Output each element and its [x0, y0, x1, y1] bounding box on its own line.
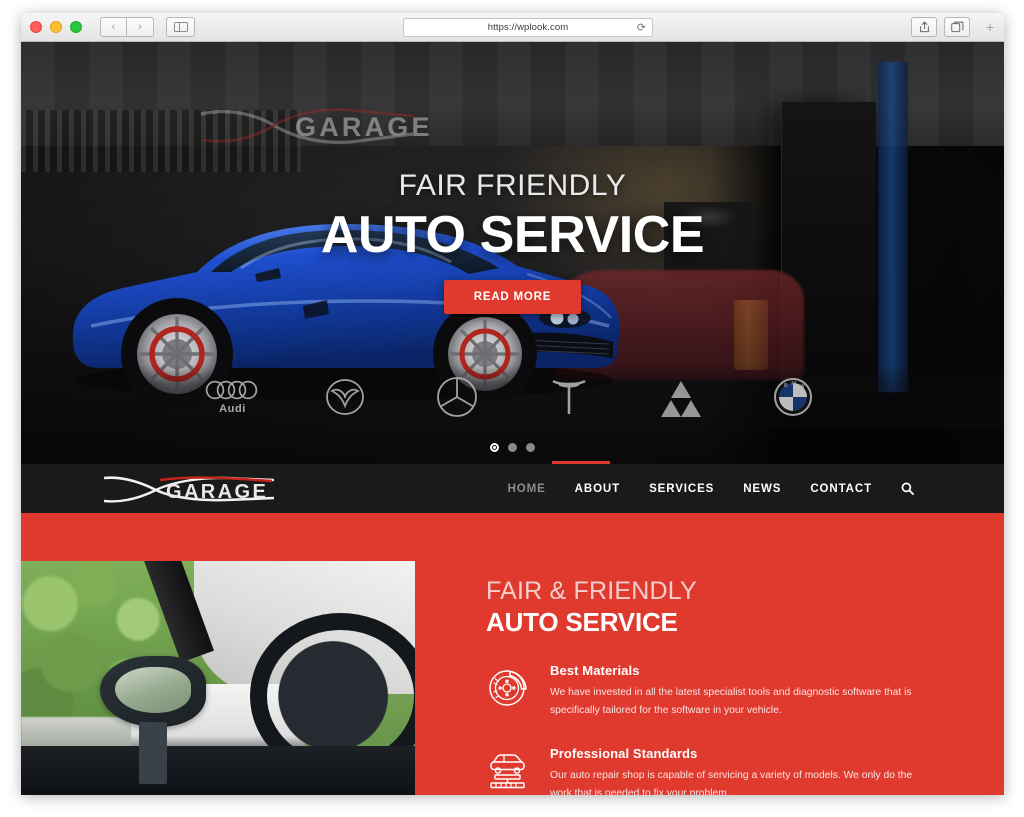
photo-side-mirror [99, 655, 207, 727]
feature-description: We have invested in all the latest speci… [550, 686, 912, 716]
show-tabs-button[interactable] [944, 17, 970, 37]
car-lift-icon [490, 753, 525, 788]
services-subtitle: FAIR & FRIENDLY [486, 577, 697, 605]
brake-disc-icon [489, 669, 527, 706]
bmw-icon: B M W [773, 378, 812, 416]
audi-wordmark: Audi [219, 403, 246, 415]
share-icon [919, 21, 929, 33]
services-intro-content: FAIR & FRIENDLY AUTO SERVICE Best Materi… [486, 577, 964, 795]
feature-title: Professional Standards [550, 745, 698, 761]
url-text: https://wplook.com [487, 22, 569, 33]
reload-icon[interactable]: ⟳ [637, 22, 646, 34]
brand-logo-mazda[interactable] [315, 370, 375, 424]
photo-dashboard [21, 745, 415, 795]
browser-toolbar: ‹ › https://wplook.com ⟳ + [21, 13, 1004, 42]
brand-logos-strip: Audi B M W [21, 364, 1004, 430]
share-button[interactable] [911, 17, 937, 37]
active-nav-accent-bar [552, 461, 610, 464]
page-content: GARAGE FAIR FRIENDLY AUTO SERVICE READ M… [21, 42, 1004, 795]
window-controls [30, 21, 82, 33]
mazda-icon [325, 379, 364, 415]
logo-wordmark: GARAGE [166, 481, 268, 503]
brand-logo-mercedes[interactable] [427, 370, 487, 424]
forward-button[interactable]: › [127, 17, 154, 37]
slider-dot-2[interactable] [508, 443, 517, 452]
maximize-window-button[interactable] [70, 21, 82, 33]
address-bar[interactable]: https://wplook.com ⟳ [403, 18, 653, 37]
navigation-buttons: ‹ › [100, 17, 154, 37]
feature-item-professional-standards: Professional Standards Our auto repair s… [486, 746, 964, 795]
svg-text:M: M [791, 381, 796, 387]
browser-window: ‹ › https://wplook.com ⟳ + GARAGE FAIR F… [21, 13, 1004, 795]
audi-icon [205, 380, 257, 400]
brand-logo-bmw[interactable]: B M W [763, 370, 823, 424]
tabs-icon [950, 21, 963, 33]
back-button[interactable]: ‹ [100, 17, 127, 37]
read-more-button[interactable]: READ MORE [443, 279, 582, 314]
toolbar-actions [911, 17, 970, 37]
services-intro-section: FAIR & FRIENDLY AUTO SERVICE Best Materi… [21, 516, 1004, 795]
search-button[interactable] [901, 482, 914, 495]
tesla-icon [551, 379, 586, 414]
mercedes-benz-icon [436, 377, 477, 417]
nav-item-services[interactable]: SERVICES [649, 483, 714, 495]
hero-slider: GARAGE FAIR FRIENDLY AUTO SERVICE READ M… [21, 42, 1004, 464]
new-tab-button[interactable]: + [978, 17, 1002, 37]
feature-description: Our auto repair shop is capable of servi… [550, 769, 913, 795]
mitsubishi-icon [660, 381, 701, 417]
feature-item-best-materials: Best Materials We have invested in all t… [486, 663, 964, 720]
slider-pagination [21, 443, 1004, 452]
nav-item-home[interactable]: HOME [508, 483, 546, 495]
sidebar-icon [173, 21, 188, 33]
brand-logo-audi[interactable]: Audi [203, 370, 263, 424]
feature-text: Professional Standards Our auto repair s… [550, 746, 935, 795]
nav-item-about[interactable]: ABOUT [575, 483, 620, 495]
slider-dot-1[interactable] [490, 443, 499, 452]
hero-subtitle: FAIR FRIENDLY [398, 169, 627, 202]
hero-title: AUTO SERVICE [320, 205, 705, 264]
search-icon [901, 482, 914, 495]
feature-text: Best Materials We have invested in all t… [550, 663, 935, 720]
minimize-window-button[interactable] [50, 21, 62, 33]
svg-text:B: B [784, 383, 788, 389]
slider-dot-3[interactable] [526, 443, 535, 452]
brand-logo-mitsubishi[interactable] [651, 370, 711, 424]
toggle-sidebar-button[interactable] [166, 17, 195, 37]
services-title: AUTO SERVICE [486, 606, 678, 637]
close-window-button[interactable] [30, 21, 42, 33]
car-interior-photo [21, 561, 415, 795]
garage-shelving [21, 110, 301, 172]
feature-title: Best Materials [550, 662, 640, 678]
photo-dashboard-button [139, 722, 167, 784]
nav-menu: HOME ABOUT SERVICES NEWS CONTACT [508, 482, 914, 495]
nav-item-contact[interactable]: CONTACT [810, 483, 872, 495]
brand-logo-tesla[interactable] [539, 370, 599, 424]
site-logo[interactable]: GARAGE [102, 472, 282, 506]
nav-item-news[interactable]: NEWS [743, 483, 781, 495]
site-navigation: GARAGE HOME ABOUT SERVICES NEWS CONTACT [21, 461, 1004, 516]
hero-copy: FAIR FRIENDLY AUTO SERVICE READ MORE [21, 170, 1004, 314]
